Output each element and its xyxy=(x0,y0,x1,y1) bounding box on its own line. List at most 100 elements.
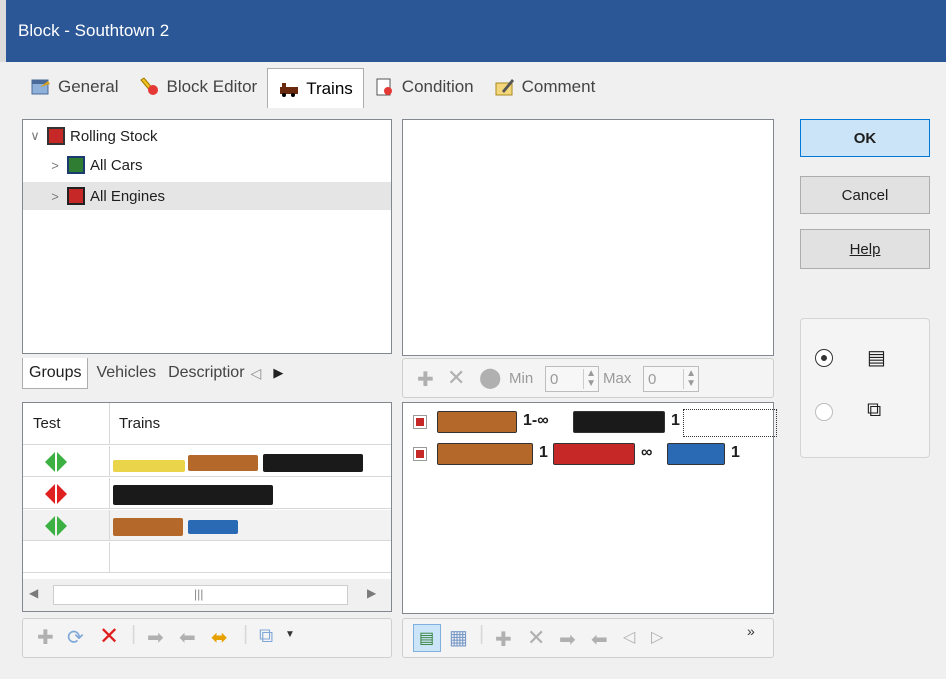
table-row[interactable] xyxy=(23,478,391,509)
trains-grid: Test Trains ◀ ||| ▶ xyxy=(22,402,392,612)
min-label: Min xyxy=(509,370,534,387)
title-bar: Block - Southtown 2 xyxy=(0,0,946,62)
groups-toolbar: ✚ ⟳ ✕ | ➡ ⬅ ⬌ | ⧉ ▼ xyxy=(22,618,392,658)
pattern-row[interactable]: 1 ∞ 1 xyxy=(413,441,767,467)
list-view-icon: ▤ xyxy=(867,347,886,369)
list-green-icon: ▤ xyxy=(419,630,435,647)
vehicle-list-panel xyxy=(402,119,774,356)
table-row[interactable] xyxy=(23,510,391,541)
count-label: 1 xyxy=(731,444,740,461)
chevron-right-icon[interactable]: > xyxy=(47,189,63,204)
test-fail-icon xyxy=(45,484,67,504)
copy-icon[interactable]: ⧉ xyxy=(259,625,273,648)
tab-condition[interactable]: Condition xyxy=(364,70,484,104)
comment-icon xyxy=(495,79,514,96)
test-pass-icon xyxy=(45,452,67,472)
multi-view-icon: ⧉ xyxy=(867,399,882,421)
remove-icon[interactable]: ✕ xyxy=(447,365,465,391)
train-car xyxy=(188,455,258,471)
view-mode-group: ▤ ⧉ xyxy=(800,318,930,458)
count-label: 1-∞ xyxy=(523,412,549,429)
cars-icon xyxy=(67,156,85,174)
add-icon[interactable]: ✚ xyxy=(417,367,434,392)
count-label: ∞ xyxy=(641,444,653,461)
train-engine xyxy=(667,443,725,465)
train-engine xyxy=(263,454,363,472)
add-icon[interactable]: ✚ xyxy=(495,627,512,652)
view-list-button[interactable]: ▤ xyxy=(413,624,441,652)
train-car xyxy=(113,518,183,536)
radio-button[interactable] xyxy=(815,403,833,421)
scroll-right-icon[interactable]: ▶ xyxy=(367,586,376,600)
spin-arrows-icon[interactable]: ▲ ▼ xyxy=(683,369,696,389)
spin-arrows-icon[interactable]: ▲ ▼ xyxy=(583,369,596,389)
pattern-row[interactable]: 1-∞ 1 xyxy=(413,409,777,437)
move-left-icon[interactable]: ⬅ xyxy=(591,627,608,652)
separator: | xyxy=(479,623,485,645)
row-icon[interactable] xyxy=(413,447,427,461)
pattern-panel: 1-∞ 1 1 ∞ 1 xyxy=(402,402,777,614)
move-right-icon[interactable]: ➡ xyxy=(147,625,164,650)
block-editor-icon xyxy=(140,77,159,95)
next-icon[interactable]: ▷ xyxy=(651,627,663,647)
cancel-button[interactable]: Cancel xyxy=(800,176,930,214)
move-right-icon[interactable]: ➡ xyxy=(559,627,576,652)
chevron-right-icon[interactable]: > xyxy=(47,158,63,173)
tab-trains[interactable]: Trains xyxy=(267,68,364,108)
window-title: Block - Southtown 2 xyxy=(18,21,170,40)
count-label: 1 xyxy=(671,412,680,429)
train-engine xyxy=(188,520,238,534)
pattern-bottom-toolbar: ▤ ▦ | ✚ ✕ ➡ ⬅ ◁ ▷ » xyxy=(402,618,774,658)
trains-icon xyxy=(280,82,299,97)
ok-button[interactable]: OK xyxy=(800,119,930,157)
remove-icon[interactable]: ✕ xyxy=(527,625,545,651)
tab-general[interactable]: General xyxy=(20,70,128,104)
separator: | xyxy=(131,623,137,645)
max-stepper[interactable]: 0 ▲ ▼ xyxy=(643,366,699,392)
separator: | xyxy=(243,623,249,645)
move-left-icon[interactable]: ⬅ xyxy=(179,625,196,650)
more-icon[interactable]: » xyxy=(747,623,755,639)
condition-icon xyxy=(376,78,392,96)
stop-icon[interactable]: ⬤ xyxy=(479,365,501,390)
help-button[interactable]: Help xyxy=(800,229,930,269)
horizontal-scrollbar[interactable]: ◀ ||| ▶ xyxy=(23,579,391,611)
radio-button[interactable] xyxy=(815,349,833,367)
chevron-down-icon[interactable]: ∨ xyxy=(27,128,43,144)
pattern-toolbar: ✚ ✕ ⬤ Min 0 ▲ ▼ Max 0 ▲ ▼ xyxy=(402,358,774,398)
tab-description[interactable]: Descriptior xyxy=(164,358,248,388)
swap-icon[interactable]: ⬌ xyxy=(211,625,228,650)
table-row xyxy=(23,542,391,573)
tab-groups[interactable]: Groups xyxy=(22,357,89,389)
train-car xyxy=(437,443,533,465)
row-icon[interactable] xyxy=(413,415,427,429)
scroll-thumb[interactable]: ||| xyxy=(53,585,348,605)
lower-tab-strip: Groups Vehicles Descriptior ◁ ▶ xyxy=(22,354,392,392)
engines-icon xyxy=(67,187,85,205)
tab-vehicles[interactable]: Vehicles xyxy=(88,358,164,388)
tab-comment[interactable]: Comment xyxy=(484,70,606,104)
previous-icon[interactable]: ◁ xyxy=(623,627,635,647)
properties-icon[interactable]: ▦ xyxy=(449,625,468,650)
add-icon[interactable]: ✚ xyxy=(37,625,54,650)
dropdown-arrow-icon[interactable]: ▼ xyxy=(285,629,295,640)
tab-scroll-right-icon[interactable]: ▶ xyxy=(273,365,283,381)
dialog-body: General Block Editor Trains Condition Co… xyxy=(6,62,946,679)
count-label: 1 xyxy=(539,444,548,461)
train-car xyxy=(437,411,517,433)
tree-node-all-engines[interactable]: > All Engines xyxy=(23,182,391,210)
tab-strip: General Block Editor Trains Condition Co… xyxy=(20,68,606,108)
tab-scroll-left-icon[interactable]: ◁ xyxy=(251,365,262,382)
tab-block-editor[interactable]: Block Editor xyxy=(128,70,267,104)
tree-node-rolling-stock[interactable]: ∨ Rolling Stock xyxy=(27,122,158,150)
header-trains: Trains xyxy=(119,415,161,432)
rolling-stock-icon xyxy=(47,127,65,145)
delete-icon[interactable]: ✕ xyxy=(99,622,119,651)
tree-panel: ∨ Rolling Stock > All Cars > All Engines xyxy=(22,119,392,354)
table-row[interactable] xyxy=(23,446,391,477)
min-stepper[interactable]: 0 ▲ ▼ xyxy=(545,366,599,392)
train-engine xyxy=(573,411,665,433)
refresh-icon[interactable]: ⟳ xyxy=(67,625,84,650)
tree-node-all-cars[interactable]: > All Cars xyxy=(47,151,143,179)
scroll-left-icon[interactable]: ◀ xyxy=(29,586,38,600)
